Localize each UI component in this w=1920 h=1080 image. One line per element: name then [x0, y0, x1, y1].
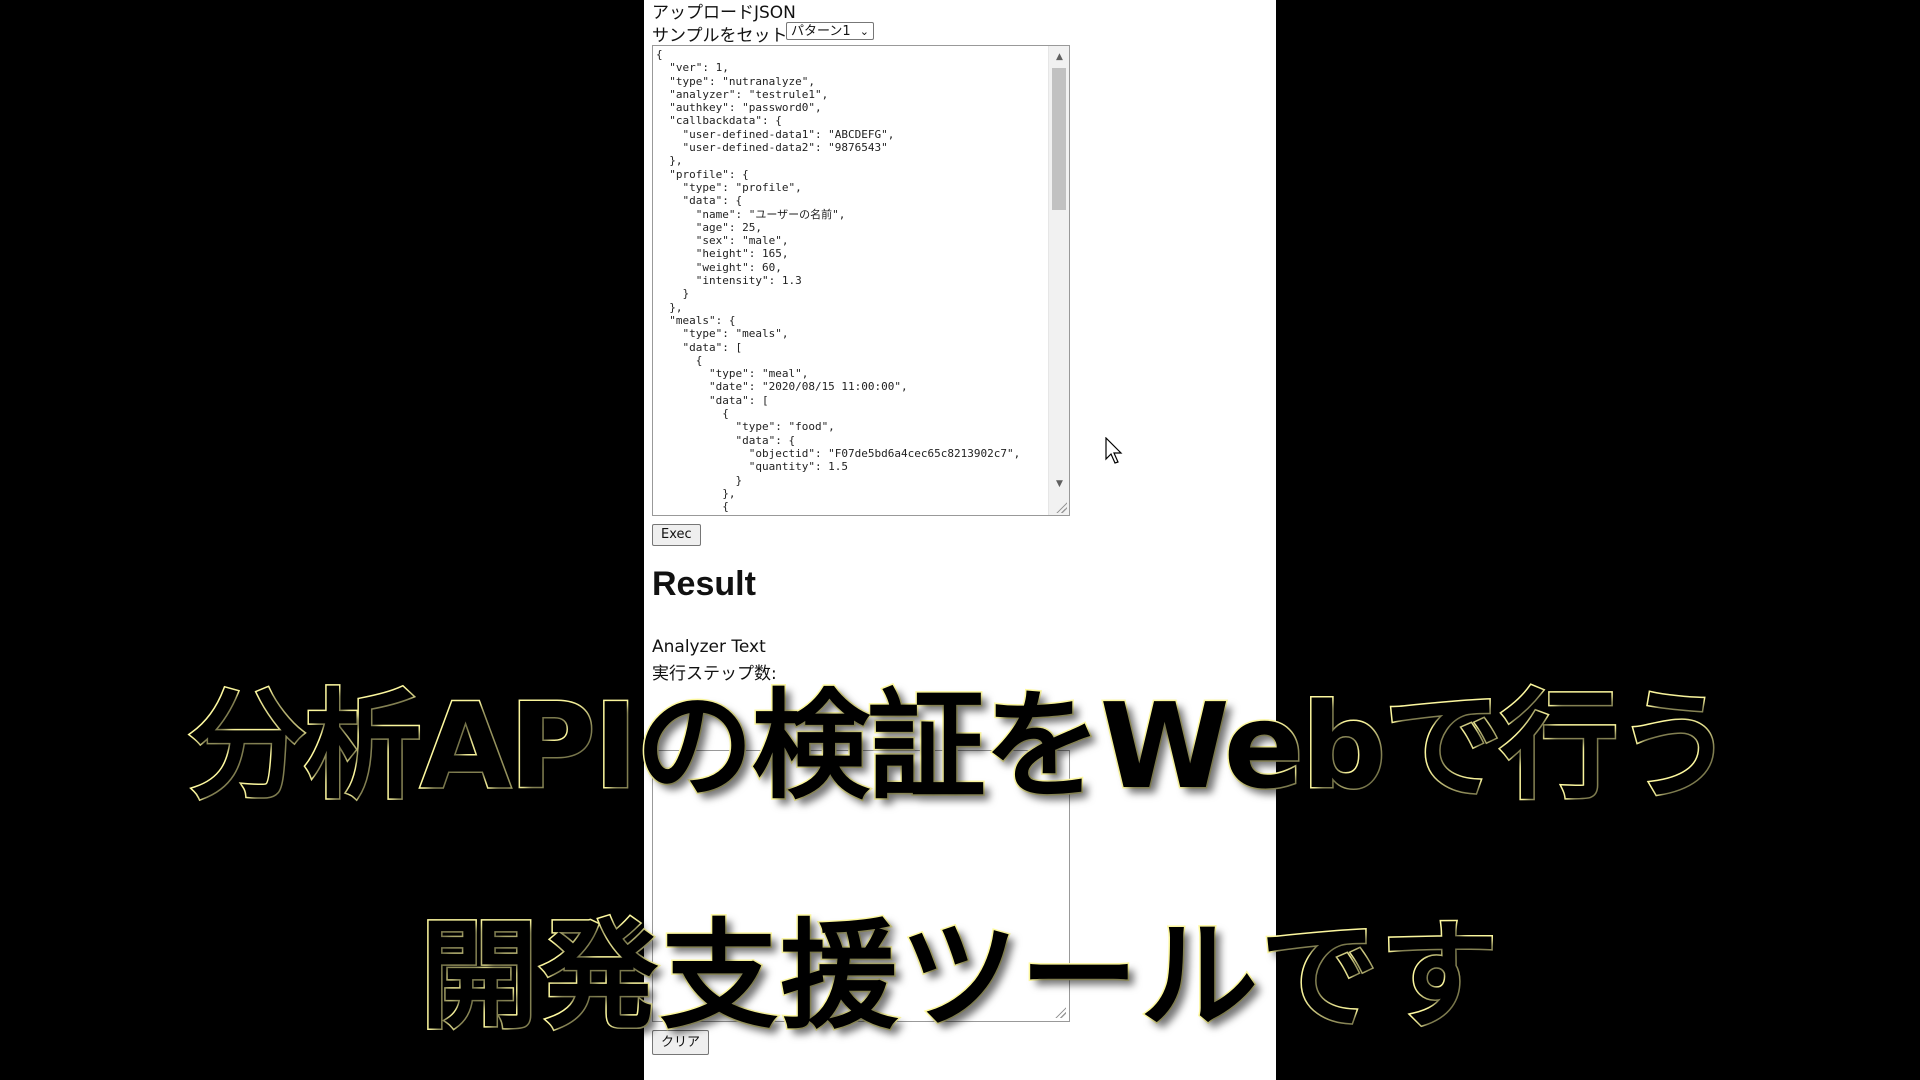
caption-line-2: 開発支援ツールです — [418, 906, 1500, 1047]
scrollbar-thumb[interactable] — [1052, 68, 1066, 210]
scroll-up-icon[interactable]: ▲ — [1049, 48, 1069, 66]
sample-set-label: サンプルをセット — [652, 26, 788, 46]
sample-select[interactable]: パターン1 ⌄ — [786, 22, 874, 40]
mouse-pointer-icon — [1105, 437, 1123, 464]
chevron-down-icon: ⌄ — [859, 25, 869, 38]
json-scrollbar[interactable]: ▲ ▼ — [1048, 46, 1069, 515]
result-heading: Result — [652, 565, 756, 603]
upload-json-label: アップロードJSON — [652, 3, 796, 23]
json-textarea[interactable]: { "ver": 1, "type": "nutranalyze", "anal… — [652, 45, 1070, 516]
resize-grip-icon[interactable] — [1055, 501, 1067, 513]
json-text: { "ver": 1, "type": "nutranalyze", "anal… — [656, 48, 1021, 515]
caption-line-1: 分析APIの検証をWebで行う — [186, 676, 1735, 817]
sample-select-value: パターン1 — [791, 24, 851, 39]
exec-button[interactable]: Exec — [652, 524, 701, 546]
scroll-down-icon[interactable]: ▼ — [1049, 475, 1069, 493]
